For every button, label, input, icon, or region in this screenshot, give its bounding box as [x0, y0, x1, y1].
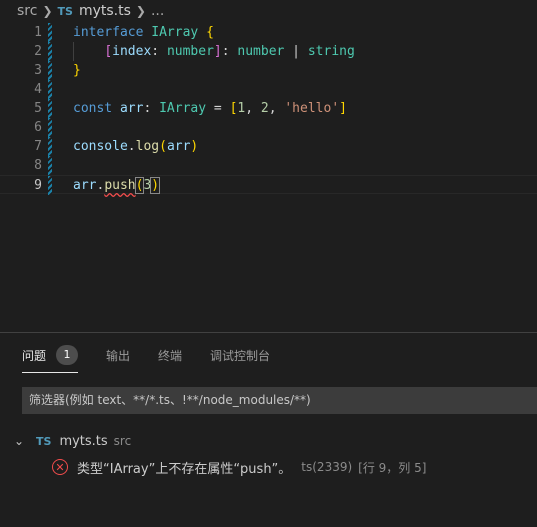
code-line[interactable]: 2 [index: number]: number | string: [0, 42, 537, 61]
code-token: |: [284, 44, 308, 59]
code-token: 2: [260, 101, 269, 116]
code-token: interface: [73, 25, 144, 40]
modified-line-indicator[interactable]: [48, 99, 52, 118]
code-text: const arr: IArray = [1, 2, 'hello']: [73, 99, 347, 118]
code-token: :: [151, 44, 167, 59]
problem-position: [行 9，列 5]: [358, 460, 427, 475]
code-token: ): [150, 177, 161, 194]
tab-terminal-label: 终端: [158, 348, 183, 363]
code-line[interactable]: 3}: [0, 61, 537, 80]
tab-output[interactable]: 输出: [106, 343, 130, 367]
tab-debug-console[interactable]: 调试控制台: [210, 343, 270, 367]
breadcrumb-folder[interactable]: src: [17, 3, 37, 19]
problem-message: 类型“IArray”上不存在属性“push”。: [77, 461, 292, 477]
code-token: arr: [166, 139, 191, 154]
code-token: ): [190, 139, 199, 154]
code-line[interactable]: 4: [0, 80, 537, 99]
breadcrumb: src ❯ TS myts.ts ❯ ...: [0, 0, 537, 22]
error-icon: ✕: [52, 459, 68, 475]
problems-filter-input[interactable]: 筛选器(例如 text、**/*.ts、!**/node_modules/**): [22, 387, 537, 414]
code-token: ,: [268, 101, 285, 116]
tab-output-label: 输出: [106, 348, 131, 363]
code-token: log: [135, 139, 160, 154]
code-token: number: [166, 44, 214, 59]
code-token: (: [159, 139, 167, 154]
code-token: .: [127, 139, 136, 154]
line-number: 5: [34, 101, 42, 116]
code-text: arr.push(3): [73, 176, 161, 195]
code-token: push: [104, 178, 136, 193]
modified-line-indicator[interactable]: [48, 23, 52, 42]
problem-item[interactable]: ✕ 类型“IArray”上不存在属性“push”。 ts(2339) [行 9，…: [0, 457, 426, 477]
tab-problems-label: 问题: [22, 348, 47, 363]
code-token: [: [104, 44, 113, 59]
code-token: :: [143, 101, 160, 116]
tab-terminal[interactable]: 终端: [158, 343, 182, 367]
chevron-right-icon: ❯: [42, 4, 53, 18]
modified-line-indicator[interactable]: [48, 42, 52, 61]
code-line[interactable]: 9 arr.push(3): [0, 175, 537, 195]
problem-source: ts(2339): [301, 460, 353, 474]
code-token: number: [237, 44, 285, 59]
code-line[interactable]: 5 const arr: IArray = [1, 2, 'hello']: [0, 99, 537, 118]
line-number: 1: [34, 25, 42, 40]
typescript-file-icon: TS: [57, 4, 73, 18]
line-number: 6: [34, 120, 42, 135]
code-token: =: [206, 101, 230, 116]
line-number: 3: [34, 63, 42, 78]
typescript-file-icon: TS: [36, 434, 52, 448]
line-number: 8: [34, 158, 42, 173]
code-text: interface IArray {: [73, 23, 214, 42]
problem-file-row[interactable]: ⌄ TS myts.ts src: [0, 431, 131, 451]
code-token: arr: [119, 101, 144, 116]
panel-tabs: 问题 1 输出 终端 调试控制台: [0, 343, 298, 373]
modified-line-indicator[interactable]: [48, 156, 52, 175]
problem-file-name: myts.ts: [59, 433, 108, 449]
chevron-down-icon[interactable]: ⌄: [14, 434, 26, 448]
code-token: ]: [213, 44, 222, 59]
code-text: }: [73, 61, 81, 80]
code-token: :: [221, 44, 238, 59]
breadcrumb-symbols[interactable]: ...: [151, 3, 164, 19]
code-text: [index: number]: number | string: [73, 42, 355, 61]
bottom-panel: 问题 1 输出 终端 调试控制台 筛选器(例如 text、**/*.ts、!**…: [0, 332, 537, 527]
line-number: 7: [34, 139, 42, 154]
code-token: }: [73, 63, 81, 78]
line-number: 9: [34, 178, 42, 193]
line-number: 2: [34, 44, 42, 59]
modified-line-indicator[interactable]: [48, 118, 52, 137]
code-token: ]: [339, 101, 347, 116]
code-token: string: [307, 44, 355, 59]
code-line[interactable]: 8: [0, 156, 537, 175]
modified-line-indicator[interactable]: [48, 61, 52, 80]
code-token: IArray: [159, 101, 207, 116]
modified-line-indicator[interactable]: [48, 80, 52, 99]
chevron-right-icon: ❯: [135, 4, 146, 18]
code-line[interactable]: 7 console.log(arr): [0, 137, 537, 156]
code-editor[interactable]: 1 interface IArray {2 [index: number]: nu…: [0, 22, 537, 332]
code-token: ,: [245, 101, 261, 116]
line-number: 4: [34, 82, 42, 97]
tab-debug-console-label: 调试控制台: [210, 348, 271, 363]
code-token: console: [73, 139, 128, 154]
problem-file-dir: src: [113, 434, 132, 448]
problems-count-badge: 1: [56, 345, 79, 365]
modified-line-indicator[interactable]: [48, 137, 52, 156]
code-token: const: [73, 101, 113, 116]
tab-problems[interactable]: 问题 1: [22, 343, 79, 373]
code-token: arr: [73, 178, 97, 193]
code-token: index: [112, 44, 152, 59]
code-token: IArray: [151, 25, 199, 40]
code-token: 'hello': [284, 101, 340, 116]
code-text: console.log(arr): [73, 137, 198, 156]
modified-line-indicator[interactable]: [48, 176, 52, 195]
breadcrumb-file[interactable]: myts.ts: [79, 3, 131, 19]
code-line[interactable]: 6: [0, 118, 537, 137]
code-line[interactable]: 1 interface IArray {: [0, 23, 537, 42]
code-token: {: [206, 25, 214, 40]
